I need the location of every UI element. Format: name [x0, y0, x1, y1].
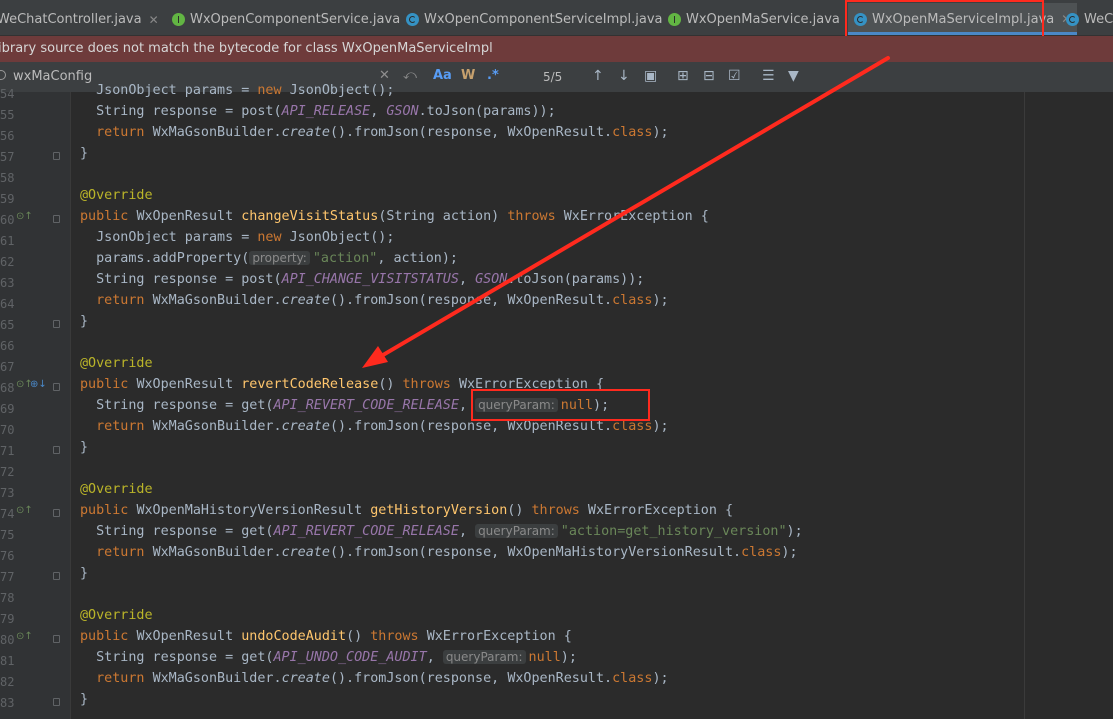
annotation-arrow	[362, 56, 890, 368]
